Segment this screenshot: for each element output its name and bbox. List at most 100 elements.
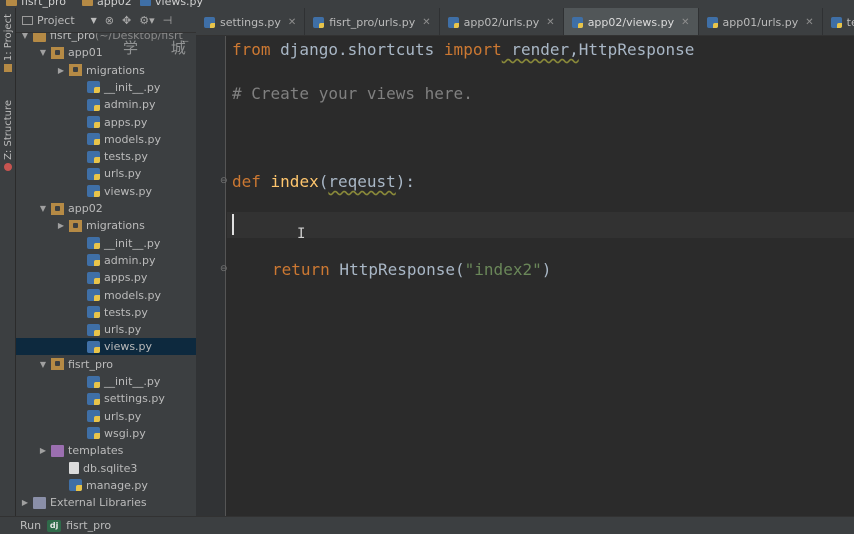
python-file-icon [87, 254, 100, 267]
tree-item[interactable]: urls.py [16, 408, 196, 425]
editor-tab-label: app02/views.py [587, 15, 675, 29]
code-line-3: # Create your views here. [232, 84, 473, 103]
editor-tabs: settings.py ✕ fisrt_pro/urls.py ✕ app02/urls… [196, 8, 854, 36]
breadcrumb-item-file[interactable]: views.py [140, 0, 203, 8]
expand-arrow-icon[interactable]: ▼ [38, 48, 48, 57]
close-icon[interactable]: ✕ [805, 17, 813, 28]
editor-tab[interactable]: app02/views.py ✕ [563, 8, 699, 35]
editor-tab[interactable]: app01/urls.py ✕ [699, 8, 823, 35]
tree-item[interactable]: admin.py [16, 96, 196, 113]
project-view-icon [22, 15, 33, 25]
breadcrumb-item-app[interactable]: app02 [82, 0, 132, 8]
watermark: 学 城 [123, 39, 200, 57]
hide-panel-icon[interactable]: ⊣ [163, 14, 173, 27]
tab-structure-tool[interactable]: Z: Structure [0, 100, 16, 171]
gear-icon[interactable]: ⚙▾ [139, 14, 154, 27]
python-file-icon [87, 237, 100, 250]
tool-window-strip: 1: Project Z: Structure [0, 8, 16, 516]
tab-project-tool[interactable]: 1: Project [0, 14, 16, 73]
tree-item[interactable]: __init__.py [16, 373, 196, 390]
close-icon[interactable]: ✕ [288, 17, 296, 28]
tree-item[interactable]: ▼ fisrt_pro [16, 356, 196, 373]
collapse-arrow-icon[interactable]: ▶ [56, 221, 66, 230]
tree-item[interactable]: views.py [16, 183, 196, 200]
editor-tab-label: app01/urls.py [722, 15, 799, 29]
expand-arrow-icon[interactable]: ▼ [20, 33, 30, 40]
python-file-icon [87, 323, 100, 336]
tree-item[interactable]: ▶ templates [16, 442, 196, 459]
tree-item[interactable]: urls.py [16, 165, 196, 182]
tree-item[interactable]: settings.py [16, 390, 196, 407]
tree-item[interactable]: ▶ External Libraries [16, 494, 196, 511]
python-file-icon [87, 306, 100, 319]
close-icon[interactable]: ✕ [422, 17, 430, 28]
tree-item[interactable]: __init__.py [16, 79, 196, 96]
collapse-arrow-icon[interactable]: ▶ [56, 66, 66, 75]
tree-item[interactable]: __init__.py [16, 235, 196, 252]
editor-tab[interactable]: tests.py✕ [823, 8, 854, 35]
python-file-icon [87, 150, 100, 163]
tree-item[interactable]: apps.py [16, 114, 196, 131]
close-icon[interactable]: ✕ [681, 17, 689, 28]
python-file-icon [87, 289, 100, 301]
run-label[interactable]: Run [20, 519, 41, 532]
tree-item[interactable]: models.py [16, 131, 196, 148]
sync-icon[interactable]: ⊗ [105, 14, 114, 27]
tree-item[interactable]: db.sqlite3 [16, 460, 196, 477]
tree-item[interactable]: tests.py [16, 148, 196, 165]
python-file-icon [87, 98, 100, 111]
project-toolbar: Project ▼ ⊗ ✥ ⚙▾ ⊣ [16, 8, 196, 33]
tree-item-label: urls.py [104, 167, 142, 181]
editor-tab[interactable]: settings.py ✕ [196, 8, 306, 35]
run-config-label[interactable]: fisrt_pro [66, 519, 111, 532]
mouse-ibeam-icon: I [297, 226, 306, 242]
collapse-icon[interactable]: ✥ [122, 14, 131, 27]
tree-item-label: tests.py [104, 305, 148, 319]
python-file-icon [87, 116, 100, 128]
project-view-dropdown[interactable]: Project ▼ [22, 14, 97, 27]
tree-item-label: migrations [86, 219, 145, 233]
python-file-icon [87, 427, 100, 440]
collapse-arrow-icon[interactable]: ▶ [38, 446, 48, 455]
tree-item[interactable]: tests.py [16, 304, 196, 321]
editor-tab-label: tests.py [846, 15, 854, 29]
tree-item[interactable]: views.py [16, 338, 196, 356]
tree-item-label: admin.py [104, 98, 156, 112]
package-folder-icon [51, 202, 64, 215]
tree-item-label: models.py [104, 288, 161, 302]
python-file-icon [87, 340, 100, 353]
editor-gutter: ⊖ ⊖ [196, 36, 228, 516]
tree-item[interactable]: ▶ migrations [16, 217, 196, 234]
tree-item[interactable]: ▼ app02 [16, 200, 196, 217]
text-cursor [232, 214, 234, 235]
collapse-arrow-icon[interactable]: ▶ [20, 498, 30, 507]
tree-item[interactable]: wsgi.py [16, 425, 196, 442]
tree-item[interactable]: models.py [16, 287, 196, 304]
expand-arrow-icon[interactable]: ▼ [38, 204, 48, 213]
templates-folder-icon [51, 444, 64, 457]
folder-icon [33, 33, 46, 42]
tree-item[interactable]: urls.py [16, 321, 196, 338]
package-folder-icon [51, 358, 64, 371]
editor-tab[interactable]: fisrt_pro/urls.py ✕ [305, 8, 440, 35]
folder-icon [6, 0, 17, 6]
project-tree: ▼ fisrt_pro (~/Desktop/fisrt_ ▼ app01 ▶ migra… [16, 33, 196, 516]
tree-item-label: manage.py [86, 478, 148, 492]
editor-tab-label: settings.py [220, 15, 281, 29]
tree-item-label: views.py [104, 340, 153, 354]
editor-tab[interactable]: app02/urls.py ✕ [440, 8, 564, 35]
tree-item-label: urls.py [104, 409, 142, 423]
database-file-icon [69, 462, 79, 474]
tree-item[interactable]: manage.py [16, 477, 196, 494]
breadcrumb-item-project[interactable]: fisrt_pro [6, 0, 66, 8]
python-file-icon [87, 375, 100, 388]
close-icon[interactable]: ✕ [546, 17, 554, 28]
tree-item-label: db.sqlite3 [83, 461, 138, 475]
python-file-icon [69, 479, 82, 492]
tree-item[interactable]: ▶ migrations [16, 62, 196, 79]
tree-item[interactable]: admin.py [16, 252, 196, 269]
tree-item[interactable]: apps.py [16, 269, 196, 286]
expand-arrow-icon[interactable]: ▼ [38, 360, 48, 369]
tree-item-label: app02 [68, 202, 103, 215]
run-status-bar: Run dj fisrt_pro [0, 516, 854, 534]
